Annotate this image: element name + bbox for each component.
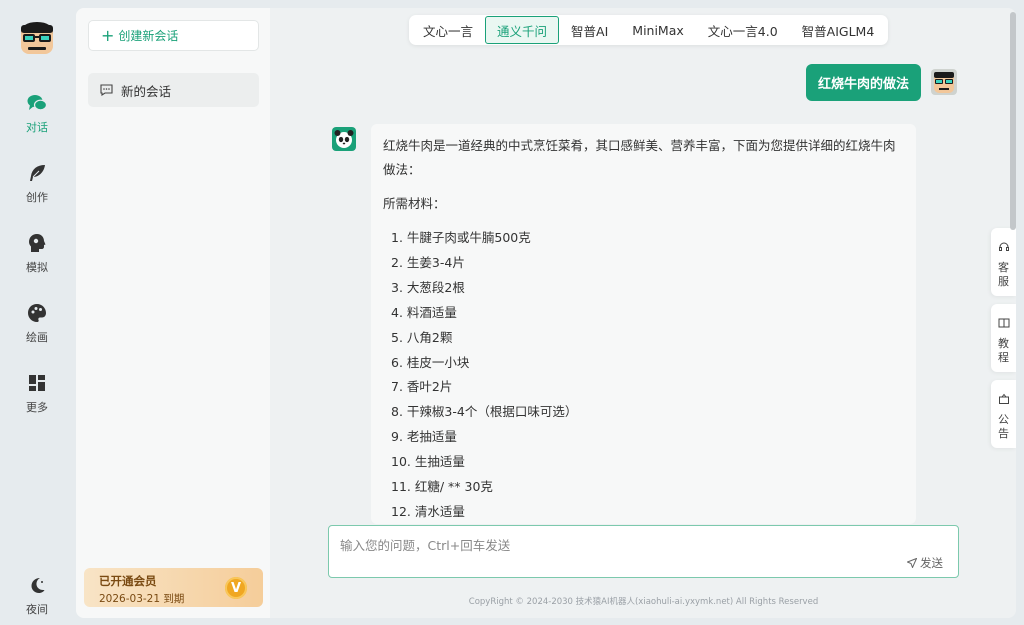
tab-minimax[interactable]: MiniMax xyxy=(620,16,696,44)
list-item: 9. 老抽适量 xyxy=(391,429,457,445)
message-input[interactable] xyxy=(340,535,900,555)
send-icon xyxy=(907,558,917,568)
bot-answer: 红烧牛肉是一道经典的中式烹饪菜肴，其口感鲜美、营养丰富，下面为您提供详细的红烧牛… xyxy=(371,124,916,524)
night-mode-toggle[interactable]: 夜间 xyxy=(0,574,74,624)
vip-membership-card[interactable]: 已开通会员 2026-03-21 到期 V xyxy=(84,568,263,607)
side-tab-notice[interactable]: 公告 xyxy=(991,380,1016,448)
tab-wenxin[interactable]: 文心一言 xyxy=(411,16,485,44)
plus-icon: + xyxy=(101,25,115,45)
list-item: 6. 桂皮一小块 xyxy=(391,354,470,370)
rail-item-chat[interactable]: 对话 xyxy=(0,92,74,142)
rail-item-simulate[interactable]: 模拟 xyxy=(0,232,74,282)
session-item-label: 新的会话 xyxy=(121,83,172,99)
list-item: 11. 红糖/ ** 30克 xyxy=(391,479,493,495)
list-item: 1. 牛腱子肉或牛腩500克 xyxy=(391,230,531,245)
session-sidebar: + 创建新会话 新的会话 已开通会员 2026-03-21 到期 V xyxy=(76,8,270,618)
tab-zhipu-ai[interactable]: 智普AI xyxy=(559,16,620,44)
message-input-box: 发送 xyxy=(328,525,959,578)
rail-item-label: 对话 xyxy=(26,121,48,134)
model-tabs: 文心一言 通义千问 智普AI MiniMax 文心一言4.0 智普AIGLM4 xyxy=(409,15,889,45)
left-nav-rail: 对话 创作 模拟 绘画 更多 夜间 xyxy=(0,0,74,625)
rail-item-label: 绘画 xyxy=(26,331,48,344)
app-logo xyxy=(18,20,56,58)
book-icon xyxy=(998,314,1010,333)
list-item: 5. 八角2颗 xyxy=(391,329,453,345)
page-scrollbar[interactable] xyxy=(1010,12,1016,230)
side-tab-label: 教程 xyxy=(998,337,1009,364)
tab-zhipu-glm4[interactable]: 智普AIGLM4 xyxy=(790,16,887,44)
tab-wenxin-4[interactable]: 文心一言4.0 xyxy=(696,16,790,44)
side-tab-label: 公告 xyxy=(998,413,1009,440)
moon-icon xyxy=(26,574,48,596)
side-tab-label: 客服 xyxy=(998,261,1009,288)
list-item: 3. 大葱段2根 xyxy=(391,279,465,295)
materials-list: 1. 牛腱子肉或牛腩500克 2. 生姜3-4片 3. 大葱段2根 4. 料酒适… xyxy=(383,226,904,524)
feather-icon xyxy=(26,162,48,184)
chat-square-icon xyxy=(100,84,113,96)
new-chat-button[interactable]: + 创建新会话 xyxy=(88,20,259,51)
list-item: 4. 料酒适量 xyxy=(391,304,457,320)
list-item: 12. 清水适量 xyxy=(391,503,465,519)
send-button[interactable]: 发送 xyxy=(907,555,943,571)
answer-intro: 红烧牛肉是一道经典的中式烹饪菜肴，其口感鲜美、营养丰富，下面为您提供详细的红烧牛… xyxy=(383,138,896,177)
palette-icon xyxy=(26,302,48,324)
headset-icon xyxy=(998,238,1010,257)
materials-heading: 所需材料： xyxy=(383,196,446,211)
tab-tongyi[interactable]: 通义千问 xyxy=(485,16,560,44)
list-item: 8. 干辣椒3-4个（根据口味可选） xyxy=(391,404,578,420)
profile-head-icon xyxy=(26,232,48,254)
list-item: 7. 香叶2片 xyxy=(391,379,453,395)
send-label: 发送 xyxy=(920,556,943,570)
main-panel: + 创建新会话 新的会话 已开通会员 2026-03-21 到期 V 文心一言 … xyxy=(76,8,1016,618)
new-chat-label: 创建新会话 xyxy=(118,29,179,43)
notice-icon xyxy=(998,390,1010,409)
rail-item-label: 更多 xyxy=(26,401,48,414)
rail-item-label: 创作 xyxy=(26,191,48,204)
copyright-footer: CopyRight © 2024-2030 技术猿AI机器人(xiaohuli-… xyxy=(468,597,819,607)
chat-bubbles-icon xyxy=(26,92,48,114)
vip-badge-icon: V xyxy=(225,577,247,599)
rail-item-paint[interactable]: 绘画 xyxy=(0,302,74,352)
rail-item-label: 模拟 xyxy=(26,261,48,274)
night-mode-label: 夜间 xyxy=(26,603,48,616)
bot-avatar xyxy=(332,127,356,151)
rail-item-more[interactable]: 更多 xyxy=(0,372,74,422)
user-message-bubble: 红烧牛肉的做法 xyxy=(806,64,922,101)
rail-item-create[interactable]: 创作 xyxy=(0,162,74,212)
user-avatar xyxy=(931,69,957,95)
side-tab-tutorial[interactable]: 教程 xyxy=(991,304,1016,372)
list-item: 2. 生姜3-4片 xyxy=(391,254,465,270)
list-item: 10. 生抽适量 xyxy=(391,454,465,470)
grid-icon xyxy=(26,372,48,394)
session-item[interactable]: 新的会话 xyxy=(88,73,259,107)
side-tab-support[interactable]: 客服 xyxy=(991,228,1016,296)
